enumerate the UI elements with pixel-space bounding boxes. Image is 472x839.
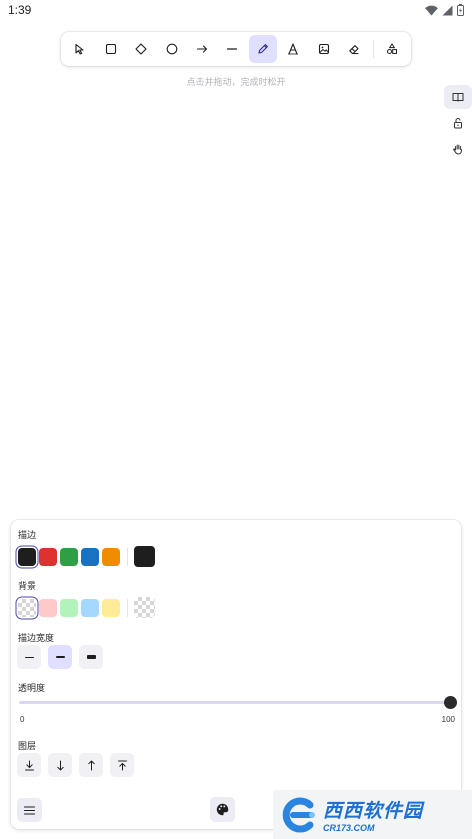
opacity-max-label: 100 bbox=[441, 715, 455, 724]
style-palette-button[interactable] bbox=[210, 797, 235, 822]
palette-icon bbox=[216, 803, 229, 816]
background-color-swatch[interactable] bbox=[39, 598, 57, 617]
stroke-width-thin-icon bbox=[24, 656, 34, 658]
opacity-min-label: 0 bbox=[20, 715, 25, 724]
send-backward-button[interactable] bbox=[48, 753, 72, 777]
background-color-swatch[interactable] bbox=[102, 598, 120, 617]
bring-to-front-icon bbox=[117, 760, 127, 770]
watermark-text: 西西软件园 CR173.COM bbox=[323, 796, 423, 833]
stroke-width-extra-bold-button[interactable] bbox=[79, 645, 103, 669]
send-backward-icon bbox=[56, 760, 64, 770]
background-current-color[interactable] bbox=[134, 597, 155, 618]
layer-actions-row bbox=[17, 753, 134, 777]
opacity-slider[interactable] bbox=[19, 696, 457, 709]
bring-forward-button[interactable] bbox=[79, 753, 103, 777]
stroke-width-bold-button[interactable] bbox=[48, 645, 72, 669]
background-color-row bbox=[18, 597, 158, 618]
bring-to-front-button[interactable] bbox=[110, 753, 134, 777]
stroke-color-swatch[interactable] bbox=[60, 547, 78, 566]
stroke-width-thin-button[interactable] bbox=[17, 645, 41, 669]
watermark: 西西软件园 CR173.COM bbox=[273, 790, 472, 839]
layers-label: 图层 bbox=[18, 741, 37, 751]
stroke-label: 描边 bbox=[18, 530, 37, 540]
background-label: 背景 bbox=[18, 581, 37, 591]
stroke-color-swatch[interactable] bbox=[102, 547, 120, 566]
background-color-swatch[interactable] bbox=[81, 598, 99, 617]
opacity-slider-thumb[interactable] bbox=[443, 696, 457, 709]
background-color-swatch[interactable] bbox=[18, 598, 36, 617]
stroke-color-swatch[interactable] bbox=[18, 547, 36, 566]
watermark-url: CR173.COM bbox=[323, 823, 375, 833]
stroke-width-label: 描边宽度 bbox=[18, 633, 55, 643]
stroke-width-row bbox=[17, 645, 103, 669]
watermark-title: 西西软件园 bbox=[323, 801, 424, 822]
properties-panel: 描边 背景 描边宽度 透明度 0 100 图层 bbox=[11, 520, 461, 829]
stroke-color-row bbox=[18, 546, 158, 567]
stroke-current-color[interactable] bbox=[134, 546, 155, 567]
send-to-back-icon bbox=[24, 760, 34, 770]
bring-forward-icon bbox=[87, 760, 95, 770]
stroke-color-swatch[interactable] bbox=[81, 547, 99, 566]
stroke-width-extra-bold-icon bbox=[86, 655, 96, 659]
send-to-back-button[interactable] bbox=[17, 753, 41, 777]
opacity-label: 透明度 bbox=[18, 683, 46, 693]
stroke-width-bold-icon bbox=[55, 656, 65, 658]
hamburger-menu-icon bbox=[24, 805, 35, 815]
stroke-color-swatch[interactable] bbox=[39, 547, 57, 566]
background-color-swatch[interactable] bbox=[60, 598, 78, 617]
main-menu-button[interactable] bbox=[17, 798, 42, 822]
swatch-divider bbox=[127, 598, 128, 617]
swatch-divider bbox=[127, 547, 128, 566]
watermark-logo-icon bbox=[279, 795, 319, 835]
